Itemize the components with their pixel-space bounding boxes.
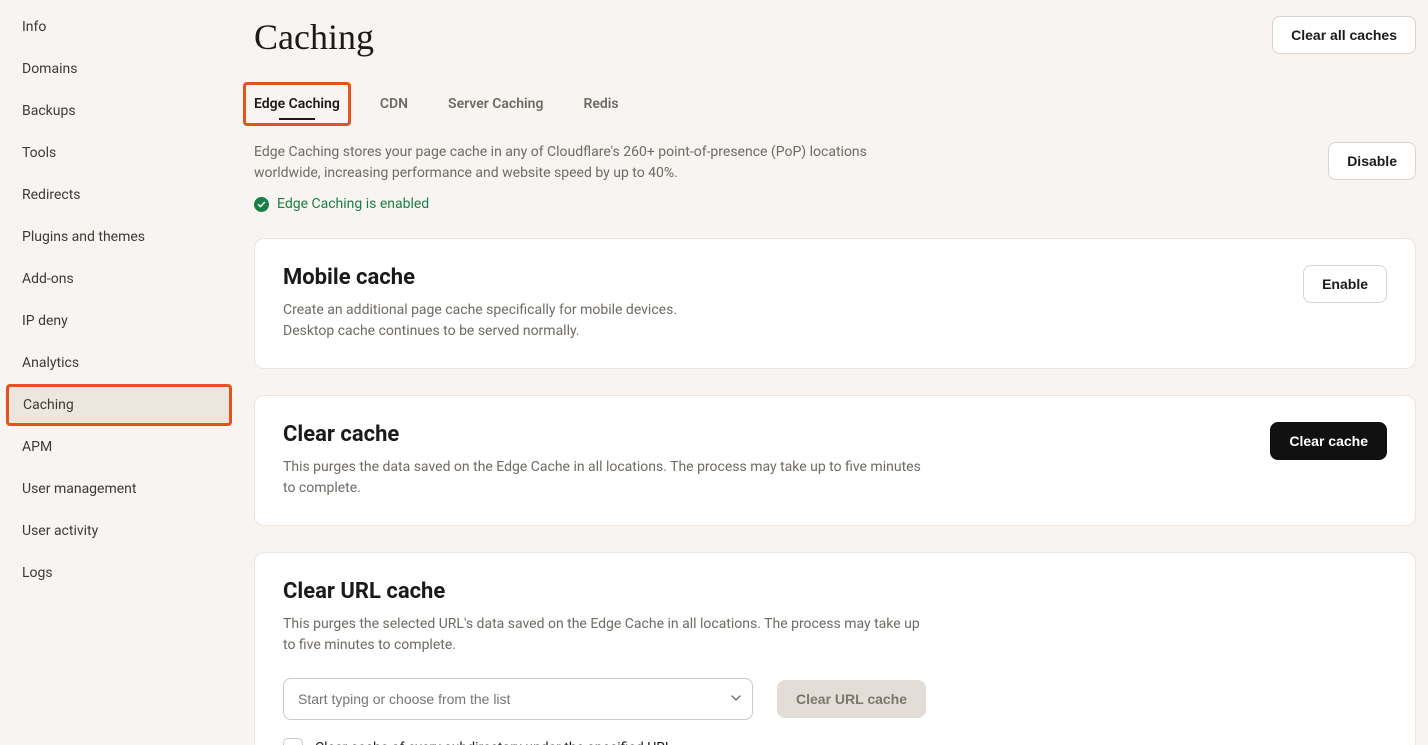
sidebar-item-label: Redirects: [22, 187, 81, 203]
clear-all-caches-button[interactable]: Clear all caches: [1272, 16, 1416, 54]
sidebar-item-domains[interactable]: Domains: [0, 48, 238, 90]
subdir-checkbox[interactable]: [283, 738, 303, 745]
sidebar-item-label: Plugins and themes: [22, 229, 145, 245]
sidebar-item-analytics[interactable]: Analytics: [0, 342, 238, 384]
sidebar-item-label: Add-ons: [22, 271, 74, 287]
url-combobox[interactable]: [283, 678, 753, 720]
clear-cache-button[interactable]: Clear cache: [1270, 422, 1387, 460]
sidebar-item-apm[interactable]: APM: [0, 426, 238, 468]
mobile-cache-desc-line2: Desktop cache continues to be served nor…: [283, 323, 580, 339]
sidebar-item-ipdeny[interactable]: IP deny: [0, 300, 238, 342]
sidebar-item-label: IP deny: [22, 313, 68, 329]
sidebar-item-redirects[interactable]: Redirects: [0, 174, 238, 216]
tab-label: Edge Caching: [254, 96, 340, 112]
clear-url-cache-card: Clear URL cache This purges the selected…: [254, 552, 1416, 745]
sidebar-item-label: Tools: [22, 145, 56, 161]
enable-mobile-cache-button[interactable]: Enable: [1303, 265, 1387, 303]
sidebar-item-backups[interactable]: Backups: [0, 90, 238, 132]
sidebar: Info Domains Backups Tools Redirects Plu…: [0, 0, 238, 745]
tab-label: CDN: [380, 96, 408, 112]
sidebar-item-addons[interactable]: Add-ons: [0, 258, 238, 300]
tab-edge-caching[interactable]: Edge Caching: [254, 86, 340, 122]
sidebar-item-info[interactable]: Info: [0, 6, 238, 48]
sidebar-item-label: User management: [22, 481, 136, 497]
tab-redis[interactable]: Redis: [583, 86, 618, 122]
tab-label: Redis: [583, 96, 618, 112]
sidebar-item-tools[interactable]: Tools: [0, 132, 238, 174]
mobile-cache-desc: Create an additional page cache specific…: [283, 300, 677, 342]
sidebar-item-label: Domains: [22, 61, 77, 77]
tabs: Edge Caching CDN Server Caching Redis: [254, 86, 1416, 122]
disable-edge-button[interactable]: Disable: [1328, 142, 1416, 180]
tab-cdn[interactable]: CDN: [380, 86, 408, 122]
url-input[interactable]: [283, 678, 753, 720]
mobile-cache-card: Mobile cache Create an additional page c…: [254, 238, 1416, 369]
page-title: Caching: [254, 16, 374, 58]
main-content: Caching Clear all caches Edge Caching CD…: [238, 0, 1428, 745]
clear-cache-card: Clear cache This purges the data saved o…: [254, 395, 1416, 526]
sidebar-item-label: Info: [22, 19, 46, 35]
clear-url-title: Clear URL cache: [283, 579, 1387, 604]
mobile-cache-desc-line1: Create an additional page cache specific…: [283, 302, 677, 318]
mobile-cache-title: Mobile cache: [283, 265, 677, 290]
clear-url-desc: This purges the selected URL's data save…: [283, 614, 923, 656]
sidebar-item-user-activity[interactable]: User activity: [0, 510, 238, 552]
sidebar-item-label: Backups: [22, 103, 76, 119]
clear-url-cache-button[interactable]: Clear URL cache: [777, 680, 926, 718]
sidebar-item-label: Caching: [23, 397, 74, 413]
check-circle-icon: [254, 197, 269, 212]
edge-status-text: Edge Caching is enabled: [277, 196, 429, 212]
sidebar-item-plugins[interactable]: Plugins and themes: [0, 216, 238, 258]
sidebar-item-label: User activity: [22, 523, 98, 539]
sidebar-item-label: Logs: [22, 565, 53, 581]
clear-cache-desc: This purges the data saved on the Edge C…: [283, 457, 923, 499]
sidebar-item-logs[interactable]: Logs: [0, 552, 238, 594]
edge-status: Edge Caching is enabled: [254, 196, 874, 212]
tab-label: Server Caching: [448, 96, 543, 112]
sidebar-item-user-management[interactable]: User management: [0, 468, 238, 510]
tab-server-caching[interactable]: Server Caching: [448, 86, 543, 122]
subdir-checkbox-label: Clear cache of every subdirectory under …: [315, 740, 672, 745]
sidebar-item-caching[interactable]: Caching: [6, 384, 232, 426]
clear-cache-title: Clear cache: [283, 422, 923, 447]
sidebar-item-label: Analytics: [22, 355, 79, 371]
edge-description: Edge Caching stores your page cache in a…: [254, 142, 874, 184]
sidebar-item-label: APM: [22, 439, 52, 455]
